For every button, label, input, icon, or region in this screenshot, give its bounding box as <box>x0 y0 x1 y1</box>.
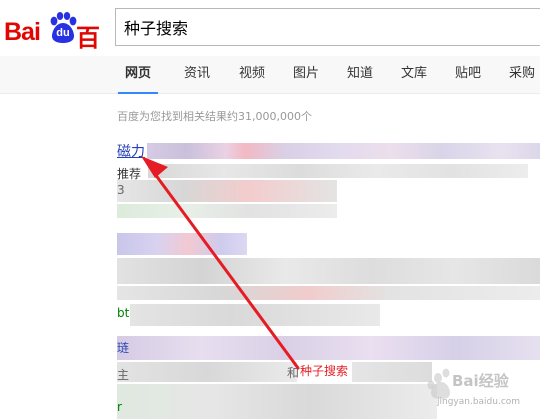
watermark-url: jingyan.baidu.com <box>437 397 521 407</box>
annotation-arrow <box>141 156 300 370</box>
watermark-text: Bai经验 <box>452 372 509 390</box>
annotation-label: 种子搜索 <box>300 364 349 378</box>
